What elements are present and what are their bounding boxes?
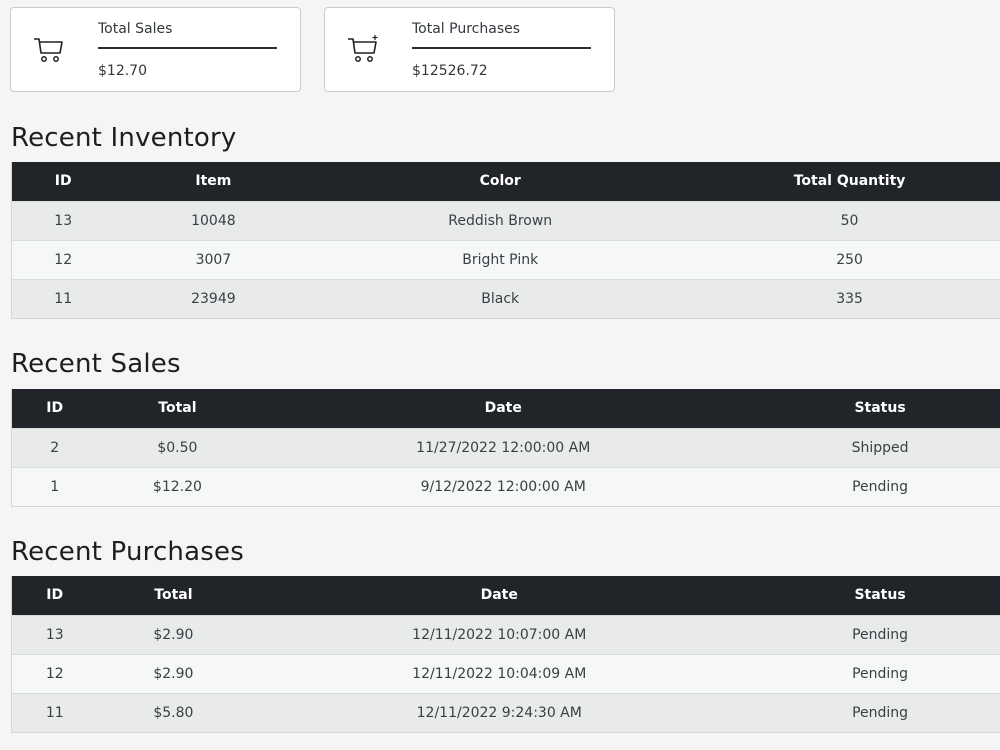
cell-id: 2 — [11, 427, 98, 467]
cell-item: 23949 — [114, 278, 313, 319]
table-row[interactable]: 11 23949 Black 335 — [11, 278, 1000, 319]
cell-status: Pending — [749, 614, 1000, 654]
table-row[interactable]: 13 $2.90 12/11/2022 10:07:00 AM Pending — [11, 614, 1000, 654]
column-header-date[interactable]: Date — [257, 389, 750, 428]
cell-item: 10048 — [114, 200, 313, 240]
column-header-total[interactable]: Total — [97, 576, 250, 615]
column-header-id[interactable]: ID — [11, 162, 115, 201]
cell-date: 9/12/2022 12:00:00 AM — [257, 466, 750, 507]
cell-quantity: 335 — [688, 278, 1000, 319]
divider — [412, 47, 591, 49]
cell-total: $12.20 — [97, 466, 258, 507]
table-header-row: ID Total Date Status — [11, 576, 1000, 615]
column-header-total[interactable]: Total — [97, 389, 258, 428]
table-header-row: ID Item Color Total Quantity — [11, 162, 1000, 201]
cell-quantity: 250 — [688, 239, 1000, 279]
column-header-id[interactable]: ID — [11, 389, 98, 428]
cell-status: Shipped — [749, 427, 1000, 467]
cell-status: Pending — [749, 653, 1000, 693]
table-row[interactable]: 2 $0.50 11/27/2022 12:00:00 AM Shipped — [11, 427, 1000, 467]
cell-total: $2.90 — [97, 653, 250, 693]
table-row[interactable]: 11 $5.80 12/11/2022 9:24:30 AM Pending — [11, 692, 1000, 733]
total-purchases-card[interactable]: Total Purchases $12526.72 — [324, 7, 615, 92]
column-header-total-quantity[interactable]: Total Quantity — [688, 162, 1000, 201]
cell-color: Reddish Brown — [312, 200, 689, 240]
total-purchases-value: $12526.72 — [412, 63, 488, 79]
cell-date: 12/11/2022 9:24:30 AM — [249, 692, 750, 733]
cell-color: Bright Pink — [312, 239, 689, 279]
total-sales-label: Total Sales — [98, 21, 173, 37]
cell-date: 12/11/2022 10:07:00 AM — [249, 614, 750, 654]
total-sales-card[interactable]: Total Sales $12.70 — [10, 7, 301, 92]
cell-total: $0.50 — [97, 427, 258, 467]
table-row[interactable]: 13 10048 Reddish Brown 50 — [11, 200, 1000, 240]
table-row[interactable]: 1 $12.20 9/12/2022 12:00:00 AM Pending — [11, 466, 1000, 507]
cell-total: $5.80 — [97, 692, 250, 733]
total-sales-value: $12.70 — [98, 63, 147, 79]
cell-id: 11 — [11, 278, 115, 319]
column-header-status[interactable]: Status — [749, 389, 1000, 428]
recent-sales-title: Recent Sales — [11, 349, 181, 379]
divider — [98, 47, 277, 49]
cart-plus-icon — [348, 35, 378, 62]
cell-id: 13 — [11, 200, 115, 240]
cell-id: 13 — [11, 614, 98, 654]
cell-date: 12/11/2022 10:04:09 AM — [249, 653, 750, 693]
table-header-row: ID Total Date Status — [11, 389, 1000, 428]
recent-inventory-title: Recent Inventory — [11, 123, 237, 153]
total-purchases-label: Total Purchases — [412, 21, 521, 37]
cell-item: 3007 — [114, 239, 313, 279]
sales-table: ID Total Date Status 2 $0.50 11/27/2022 … — [11, 389, 1000, 507]
cell-total: $2.90 — [97, 614, 250, 654]
cell-id: 12 — [11, 653, 98, 693]
recent-purchases-title: Recent Purchases — [11, 537, 244, 567]
cell-color: Black — [312, 278, 689, 319]
cell-id: 12 — [11, 239, 115, 279]
cell-quantity: 50 — [688, 200, 1000, 240]
cell-id: 1 — [11, 466, 98, 507]
table-row[interactable]: 12 $2.90 12/11/2022 10:04:09 AM Pending — [11, 653, 1000, 693]
column-header-color[interactable]: Color — [312, 162, 689, 201]
summary-cards: Total Sales $12.70 Total Purchases $1252… — [10, 7, 615, 92]
cell-status: Pending — [749, 466, 1000, 507]
table-row[interactable]: 12 3007 Bright Pink 250 — [11, 239, 1000, 279]
inventory-table: ID Item Color Total Quantity 13 10048 Re… — [11, 162, 1000, 319]
cart-icon — [34, 38, 63, 62]
cell-status: Pending — [749, 692, 1000, 733]
purchases-table: ID Total Date Status 13 $2.90 12/11/2022… — [11, 576, 1000, 733]
column-header-id[interactable]: ID — [11, 576, 98, 615]
cell-date: 11/27/2022 12:00:00 AM — [257, 427, 750, 467]
cell-id: 11 — [11, 692, 98, 733]
column-header-item[interactable]: Item — [114, 162, 313, 201]
column-header-date[interactable]: Date — [249, 576, 750, 615]
column-header-status[interactable]: Status — [749, 576, 1000, 615]
